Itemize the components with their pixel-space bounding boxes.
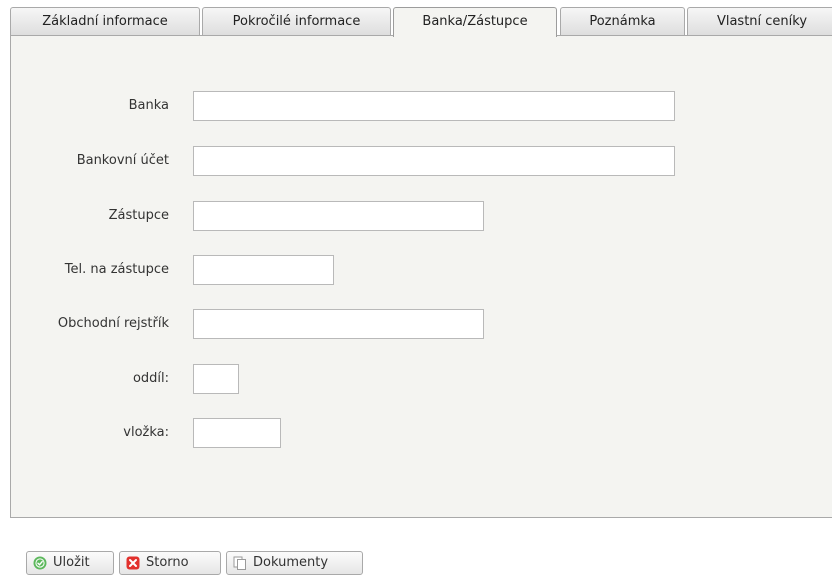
insert-label: vložka:: [123, 425, 169, 440]
save-button-label: Uložit: [53, 555, 90, 570]
cancel-button[interactable]: Storno: [119, 551, 221, 575]
rep-phone-input[interactable]: [193, 255, 334, 285]
commercial-register-label: Obchodní rejstřík: [57, 316, 169, 331]
rep-phone-label: Tel. na zástupce: [64, 262, 169, 277]
section-input[interactable]: [193, 364, 239, 394]
representative-label: Zástupce: [108, 208, 169, 223]
insert-input[interactable]: [193, 418, 281, 448]
tab-note[interactable]: Poznámka: [560, 7, 685, 35]
bank-label: Banka: [128, 98, 169, 113]
check-circle-icon: [33, 556, 47, 570]
documents-button-label: Dokumenty: [253, 555, 329, 570]
documents-icon: [233, 556, 246, 570]
tab-custom-price-lists[interactable]: Vlastní ceníky: [687, 7, 832, 35]
representative-input[interactable]: [193, 201, 484, 231]
tab-basic-info[interactable]: Základní informace: [10, 7, 200, 35]
bank-account-input[interactable]: [193, 146, 675, 176]
save-button[interactable]: Uložit: [26, 551, 114, 575]
tab-advanced-info[interactable]: Pokročilé informace: [202, 7, 391, 35]
tab-bank-representative[interactable]: Banka/Zástupce: [393, 7, 557, 37]
section-label: oddíl:: [132, 371, 169, 386]
documents-button[interactable]: Dokumenty: [226, 551, 363, 575]
tab-bar: Základní informace Pokročilé informace B…: [10, 7, 832, 37]
commercial-register-input[interactable]: [193, 309, 484, 339]
tab-panel: Banka Bankovní účet Zástupce Tel. na zás…: [10, 35, 832, 518]
close-icon: [126, 556, 140, 570]
bank-account-label: Bankovní účet: [76, 153, 169, 168]
cancel-button-label: Storno: [146, 555, 189, 570]
bank-input[interactable]: [193, 91, 675, 121]
